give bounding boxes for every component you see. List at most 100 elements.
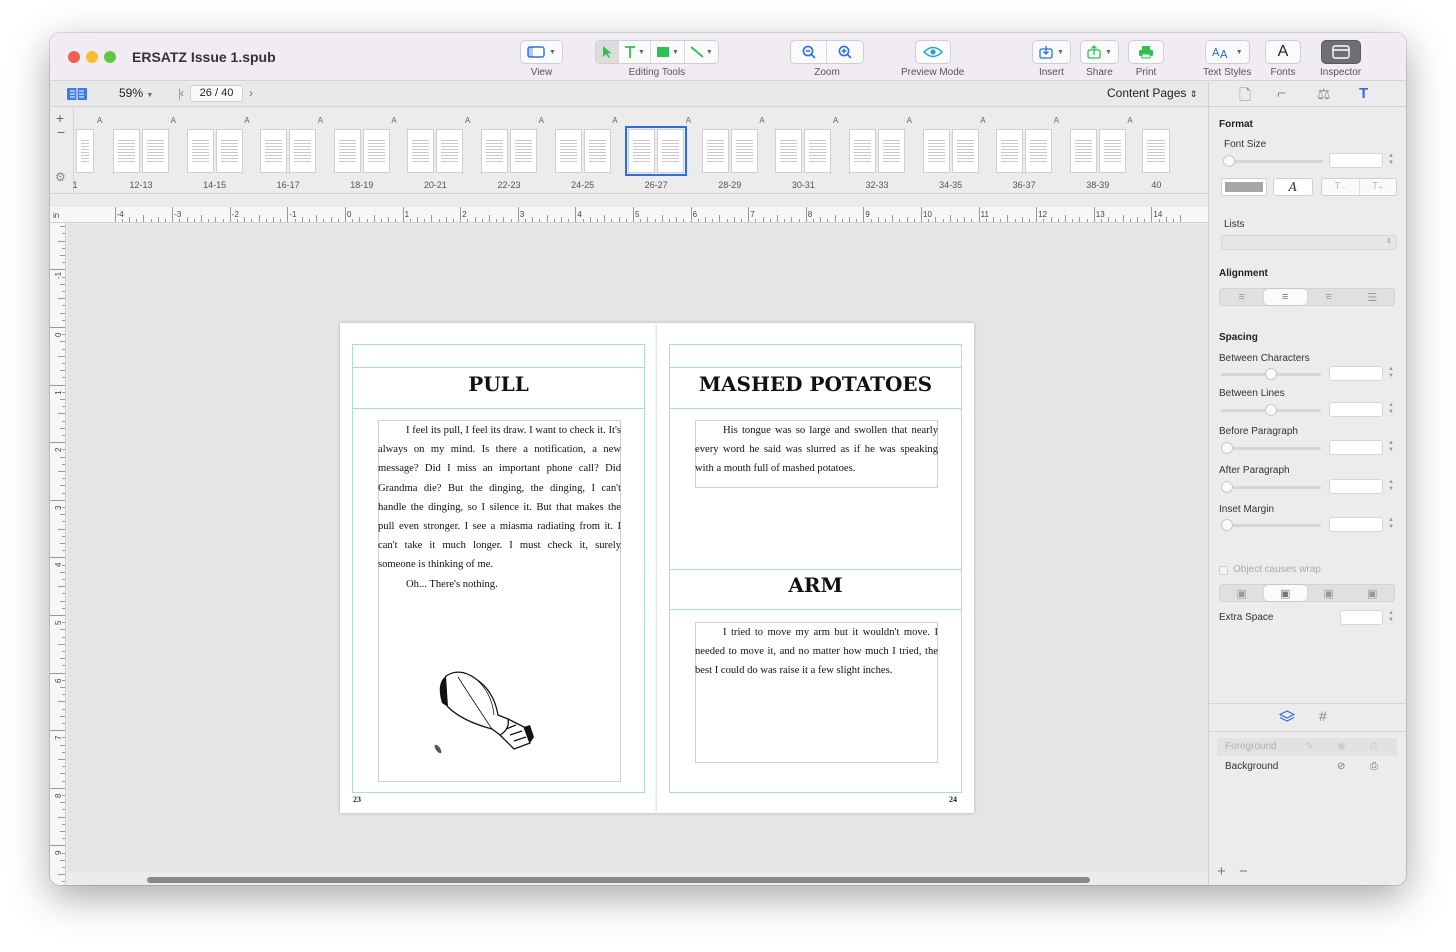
pencil-icon[interactable]: ✎ [1305, 738, 1313, 756]
thumbnail-spread-12-13[interactable] [113, 129, 169, 173]
thumbnail-spread-38-39[interactable] [1069, 129, 1126, 173]
thumbnail-spread-28-29[interactable] [701, 129, 758, 173]
wrap-none-icon[interactable]: ▣ [1220, 585, 1264, 601]
layer-background[interactable]: Background ⊘ ⎙ [1217, 758, 1397, 776]
stepper[interactable]: ▲ ▼ [1387, 366, 1395, 381]
document-icon[interactable]: 🗋 [1239, 85, 1251, 110]
text-styles-button[interactable]: AA ▼ [1204, 40, 1250, 64]
arm-text[interactable]: I tried to move my arm but it wouldn't m… [695, 623, 938, 681]
font-size-field[interactable] [1329, 153, 1383, 168]
object-icon[interactable]: ⚖ [1317, 85, 1330, 103]
zoom-window-button[interactable] [104, 51, 116, 63]
wrap-center-icon[interactable]: ▣ [1307, 585, 1351, 601]
stepper[interactable]: ▲ ▼ [1387, 479, 1395, 494]
section-select[interactable]: Content Pages ⇕ [1107, 86, 1197, 100]
slider-knob[interactable] [1221, 481, 1233, 493]
thumbnail-spread-34-35[interactable] [922, 129, 979, 173]
after-paragraph-slider[interactable] [1221, 486, 1321, 489]
pull-story-text[interactable]: I feel its pull, I feel its draw. I want… [378, 421, 621, 594]
thumbnail-spread-18-19[interactable] [333, 129, 390, 173]
thumbnail-spread-22-23[interactable] [481, 129, 537, 173]
next-page-button[interactable]: › [249, 86, 253, 100]
align-right-icon[interactable]: ≡ [1307, 289, 1351, 305]
horizontal-scrollbar[interactable] [147, 877, 1090, 883]
add-layer-button[interactable]: + [1217, 863, 1226, 880]
slider-knob[interactable] [1223, 155, 1235, 167]
layers-icon[interactable] [1279, 710, 1295, 724]
inspector-toggle[interactable]: Inspector [1320, 40, 1361, 78]
between-characters-field[interactable] [1329, 366, 1383, 381]
thumbnail-spread-20-21[interactable] [407, 129, 464, 173]
page-layout-icon[interactable] [66, 87, 88, 101]
heading-mashed-potatoes[interactable]: MASHED POTATOES [669, 372, 962, 396]
printer-icon[interactable]: ⎙ [1370, 738, 1378, 756]
previous-page-button[interactable]: ‹ [180, 86, 184, 100]
eye-hidden-icon[interactable]: ⊘ [1337, 758, 1345, 776]
fonts-button[interactable]: A [1265, 40, 1301, 64]
share-menu[interactable]: ▼ Share [1080, 40, 1119, 78]
grid-icon[interactable]: # [1319, 708, 1327, 724]
layer-foreground[interactable]: Foreground ✎ ◉ ⎙ [1217, 738, 1397, 756]
inset-margin-field[interactable] [1329, 517, 1383, 532]
stepper[interactable]: ▲ ▼ [1387, 610, 1395, 625]
text-tool-button[interactable]: ▼ [619, 41, 651, 63]
fonts-control[interactable]: A Fonts [1265, 40, 1301, 78]
select-tool-button[interactable] [596, 41, 619, 63]
italic-button[interactable]: A [1273, 178, 1313, 196]
zoom-level-select[interactable]: 59% ▼ [119, 86, 153, 100]
inset-margin-slider[interactable] [1221, 524, 1321, 527]
mashed-potatoes-text[interactable]: His tongue was so large and swollen that… [695, 421, 938, 479]
thumbnail-spread-30-31[interactable] [775, 129, 832, 173]
thumbnail-spread-24-25[interactable] [554, 129, 611, 173]
view-button[interactable]: ▼ [520, 40, 563, 64]
preview-mode[interactable]: Preview Mode [901, 40, 964, 78]
insert-menu[interactable]: ▼ Insert [1032, 40, 1071, 78]
print-control[interactable]: Print [1128, 40, 1164, 78]
wrap-side-icon[interactable]: ▣ [1351, 585, 1395, 601]
slider-knob[interactable] [1221, 519, 1233, 531]
thumbnail-spread-14-15[interactable] [186, 129, 243, 173]
slider-knob[interactable] [1265, 404, 1277, 416]
text-styles-menu[interactable]: AA ▼ Text Styles [1203, 40, 1251, 78]
thumbnail-spread-32-33[interactable] [849, 129, 905, 173]
print-button[interactable] [1128, 40, 1164, 64]
zoom-out-button[interactable] [791, 41, 827, 63]
preview-mode-button[interactable] [914, 40, 951, 64]
text-icon[interactable]: T [1359, 85, 1368, 102]
thumbnail-page-1[interactable] [76, 129, 94, 173]
ruler-icon[interactable]: ⌐ [1277, 85, 1286, 102]
heading-arm[interactable]: ARM [669, 573, 962, 597]
wrap-around-icon[interactable]: ▣ [1263, 585, 1307, 601]
before-paragraph-slider[interactable] [1221, 447, 1321, 450]
close-window-button[interactable] [68, 51, 80, 63]
minimize-window-button[interactable] [86, 51, 98, 63]
text-color-well[interactable] [1221, 178, 1267, 196]
stepper[interactable]: ▲ ▼ [1387, 402, 1395, 417]
slider-knob[interactable] [1221, 442, 1233, 454]
zoom-in-button[interactable] [827, 41, 863, 63]
object-wrap-checkbox[interactable] [1219, 566, 1228, 575]
inspector-button[interactable] [1320, 40, 1361, 64]
shape-tool-button[interactable]: ▼ [651, 41, 685, 63]
before-paragraph-field[interactable] [1329, 440, 1383, 455]
remove-layer-button[interactable]: − [1239, 863, 1248, 880]
thumbnail-spread-36-37[interactable] [996, 129, 1053, 173]
share-button[interactable]: ▼ [1080, 40, 1119, 64]
between-lines-field[interactable] [1329, 402, 1383, 417]
align-justify-icon[interactable]: ☰ [1351, 289, 1395, 305]
insert-button[interactable]: ▼ [1032, 40, 1071, 64]
align-center-icon[interactable]: ≡ [1263, 289, 1307, 305]
font-size-stepper[interactable]: ▲ ▼ [1387, 153, 1395, 168]
eye-icon[interactable]: ◉ [1337, 738, 1346, 756]
document-canvas[interactable]: PULL I feel its pull, I feel its draw. I… [67, 224, 1208, 872]
remove-page-button[interactable]: − [57, 124, 65, 140]
line-tool-button[interactable]: ▼ [685, 41, 718, 63]
after-paragraph-field[interactable] [1329, 479, 1383, 494]
thumbnail-spread-26-27[interactable] [625, 126, 688, 176]
font-size-slider[interactable] [1223, 160, 1323, 163]
thumbnail-spread-16-17[interactable] [260, 129, 317, 173]
view-menu[interactable]: ▼ View [520, 40, 563, 78]
superscript-button[interactable]: T₊ [1360, 179, 1397, 195]
extra-space-field[interactable] [1340, 610, 1383, 625]
align-left-icon[interactable]: ≡ [1220, 289, 1264, 305]
